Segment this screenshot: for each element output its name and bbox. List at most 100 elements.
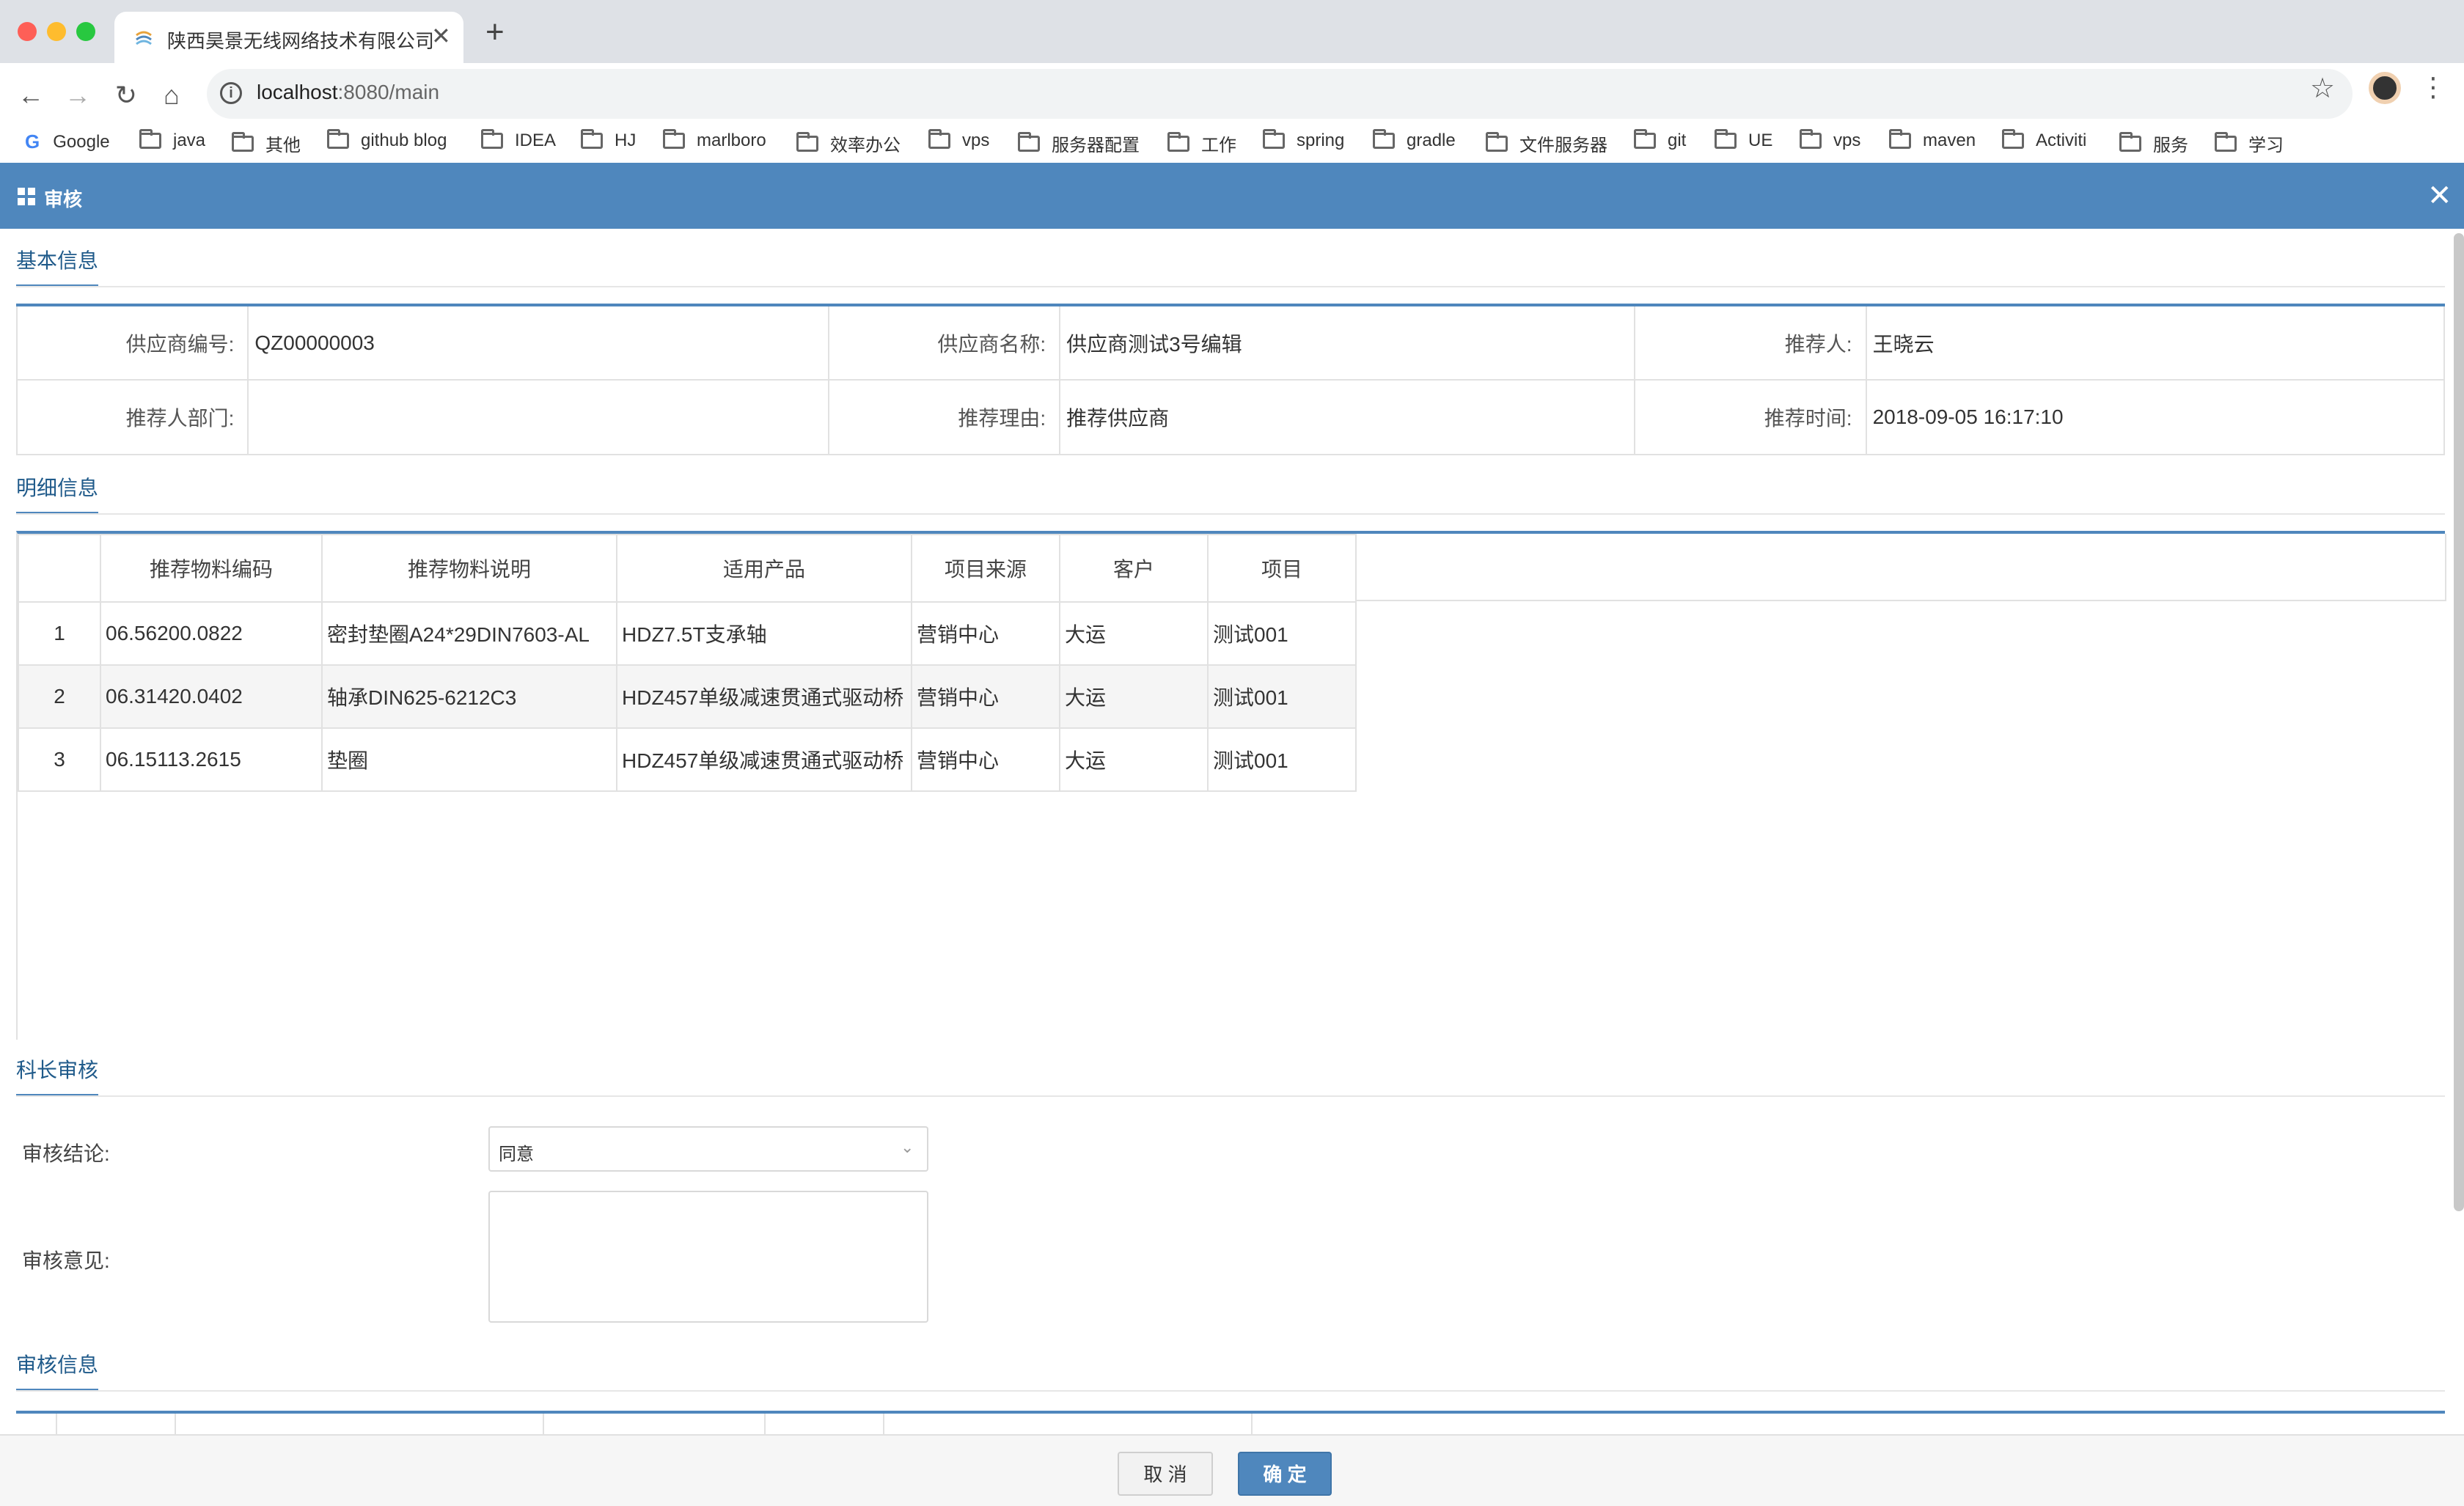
conclusion-select[interactable]: 同意 ⌄ — [488, 1126, 928, 1172]
time-value: 2018-09-05 16:17:10 — [1865, 379, 2446, 455]
table-header-filler — [1357, 534, 2446, 601]
back-icon[interactable]: ← — [10, 75, 51, 116]
folder-icon — [2215, 131, 2237, 152]
folder-icon — [1889, 129, 1911, 149]
column-header[interactable]: 推荐物料说明 — [321, 534, 617, 603]
bookmark-folder[interactable]: java — [139, 129, 205, 151]
bookmark-label: 服务器配置 — [1052, 136, 1140, 155]
project-cell: 测试001 — [1207, 727, 1357, 792]
table-row[interactable]: 3 06.15113.2615 垫圈 HDZ457单级减速贯通式驱动桥 营销中心… — [18, 727, 1357, 792]
url-host: localhost — [257, 81, 338, 103]
table-header-row: 推荐物料编码 推荐物料说明 适用产品 项目来源 客户 项目 — [18, 534, 1357, 603]
reload-icon[interactable]: ↻ — [106, 75, 147, 116]
time-label: 推荐时间: — [1634, 379, 1867, 455]
bookmark-google[interactable]: G Google — [25, 131, 110, 153]
folder-icon — [232, 131, 254, 152]
bookmark-folder[interactable]: vps — [928, 129, 989, 151]
bookmarks-bar: G Google java 其他 github blog IDEA HJ marl… — [0, 117, 2464, 167]
browser-tab[interactable]: 陕西昊景无线网络技术有限公司 ✕ — [114, 12, 463, 63]
bookmark-star-icon[interactable]: ☆ — [2310, 72, 2335, 105]
close-window-button[interactable] — [18, 22, 37, 41]
bookmark-folder[interactable]: vps — [1800, 129, 1861, 151]
divider — [16, 513, 2445, 515]
home-icon[interactable]: ⌂ — [151, 75, 192, 116]
column-header[interactable]: 项目来源 — [911, 534, 1060, 603]
bookmark-folder[interactable]: git — [1634, 129, 1687, 151]
bookmark-label: 服务 — [2153, 136, 2188, 155]
tab-close-icon[interactable]: ✕ — [431, 22, 451, 50]
bookmark-folder[interactable]: gradle — [1373, 129, 1456, 151]
site-info-icon[interactable]: i — [220, 82, 242, 104]
column-header[interactable]: 推荐物料编码 — [100, 534, 323, 603]
dialog-close-icon[interactable]: ✕ — [2427, 179, 2452, 213]
bookmark-folder[interactable]: IDEA — [481, 129, 556, 151]
column-header[interactable]: 客户 — [1059, 534, 1209, 603]
bookmark-folder[interactable]: Activiti — [2002, 129, 2086, 151]
material-desc-cell: 垫圈 — [321, 727, 617, 792]
material-code-cell: 06.31420.0402 — [100, 664, 323, 729]
bookmark-folder[interactable]: 服务器配置 — [1018, 131, 1140, 156]
column-divider — [764, 1414, 766, 1434]
bookmark-folder[interactable]: marlboro — [663, 129, 766, 151]
bookmark-folder[interactable]: github blog — [327, 129, 447, 151]
new-tab-button[interactable]: + — [485, 16, 505, 48]
url-path: :8080/main — [337, 81, 440, 103]
section-title-basic-info: 基本信息 — [16, 249, 99, 272]
dialog-header: 审核 ✕ — [0, 163, 2464, 229]
chevron-down-icon: ⌄ — [901, 1138, 914, 1156]
bookmark-label: 其他 — [265, 136, 301, 155]
bookmark-label: Google — [53, 131, 110, 152]
bookmark-folder[interactable]: maven — [1889, 129, 1976, 151]
bookmark-label: HJ — [615, 131, 637, 150]
column-divider — [56, 1414, 57, 1434]
bookmark-folder[interactable]: HJ — [581, 129, 637, 151]
row-number: 1 — [18, 601, 101, 666]
bookmark-folder[interactable]: UE — [1715, 129, 1773, 151]
bookmark-label: 效率办公 — [830, 136, 901, 155]
profile-avatar[interactable] — [2369, 72, 2401, 104]
dept-value — [247, 379, 829, 455]
cancel-button[interactable]: 取 消 — [1118, 1452, 1213, 1496]
divider — [16, 286, 2445, 287]
folder-icon — [1018, 131, 1040, 152]
basic-info-table: 供应商编号: QZ00000003 供应商名称: 供应商测试3号编辑 推荐人: … — [15, 304, 2446, 455]
bookmark-folder[interactable]: 学习 — [2215, 131, 2284, 156]
project-cell: 测试001 — [1207, 664, 1357, 729]
divider — [16, 1390, 2445, 1392]
confirm-button[interactable]: 确 定 — [1238, 1452, 1332, 1496]
bookmark-folder[interactable]: 工作 — [1167, 131, 1236, 156]
bookmark-label: git — [1668, 131, 1687, 150]
folder-icon — [1373, 129, 1395, 149]
site-logo-icon — [136, 31, 152, 45]
column-header[interactable]: 适用产品 — [616, 534, 912, 603]
bookmark-label: vps — [1833, 131, 1861, 150]
product-cell: HDZ457单级减速贯通式驱动桥 — [616, 664, 912, 729]
column-header[interactable]: 项目 — [1207, 534, 1357, 603]
bookmark-folder[interactable]: 效率办公 — [796, 131, 901, 156]
folder-icon — [327, 129, 349, 149]
browser-menu-icon[interactable]: ⋮ — [2420, 72, 2446, 103]
folder-icon — [1800, 129, 1822, 149]
opinion-textarea[interactable] — [488, 1191, 928, 1323]
bookmark-label: UE — [1748, 131, 1773, 150]
table-row[interactable]: 2 06.31420.0402 轴承DIN625-6212C3 HDZ457单级… — [18, 664, 1357, 729]
column-divider — [175, 1414, 176, 1434]
column-header — [18, 534, 101, 603]
table-row[interactable]: 1 06.56200.0822 密封垫圈A24*29DIN7603-AL HDZ… — [18, 601, 1357, 666]
row-number: 3 — [18, 727, 101, 792]
folder-icon — [581, 129, 603, 149]
bookmark-folder[interactable]: 服务 — [2119, 131, 2188, 156]
minimize-window-button[interactable] — [47, 22, 66, 41]
maximize-window-button[interactable] — [76, 22, 95, 41]
bookmark-folder[interactable]: 文件服务器 — [1486, 131, 1607, 156]
dialog-title: 审核 — [44, 188, 83, 210]
forward-icon[interactable]: → — [57, 75, 98, 116]
supplier-name-value: 供应商测试3号编辑 — [1059, 304, 1636, 381]
customer-cell: 大运 — [1059, 727, 1209, 792]
bookmark-folder[interactable]: 其他 — [232, 131, 301, 156]
scrollbar[interactable] — [2454, 233, 2464, 1211]
bookmark-label: 文件服务器 — [1519, 136, 1607, 155]
address-bar[interactable]: i localhost:8080/main — [207, 69, 2353, 119]
bookmark-folder[interactable]: spring — [1263, 129, 1344, 151]
folder-icon — [796, 131, 818, 152]
